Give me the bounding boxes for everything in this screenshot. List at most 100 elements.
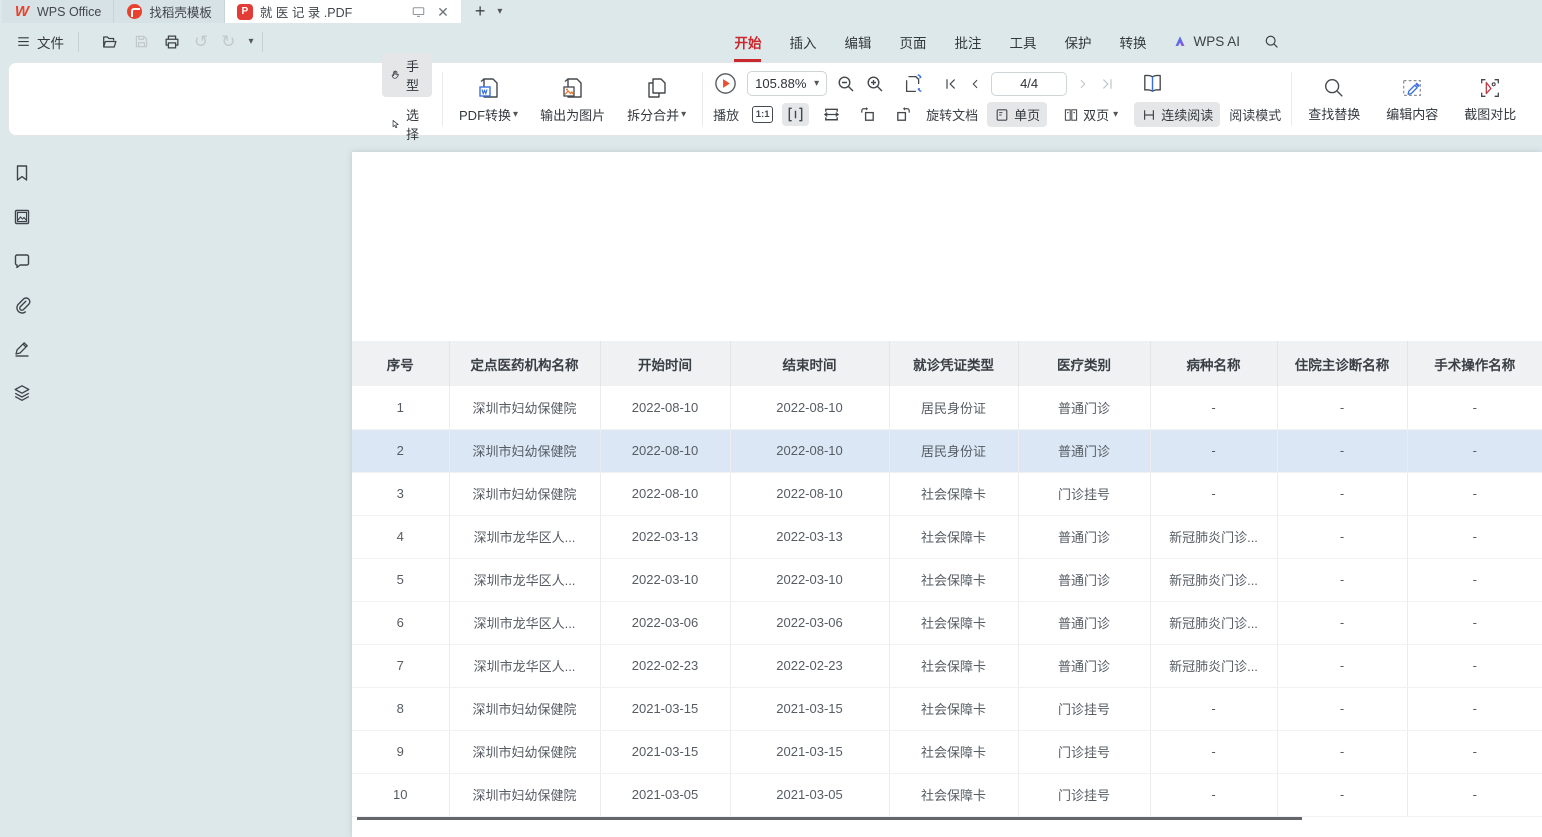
tab-docer-templates[interactable]: 找稻壳模板: [114, 0, 225, 23]
comment-icon[interactable]: [11, 250, 33, 272]
hamburger-icon: [16, 34, 31, 49]
menu-item-annotate[interactable]: 批注: [940, 28, 995, 56]
table-cell: 社会保障卡: [889, 730, 1018, 773]
table-row[interactable]: 9深圳市妇幼保健院2021-03-152021-03-15社会保障卡门诊挂号--…: [352, 730, 1542, 773]
quickbar-chevron-down-icon[interactable]: ▾: [249, 36, 254, 47]
actual-size-button[interactable]: 1:1: [752, 106, 773, 123]
zoom-level-select[interactable]: 105.88% ▾: [747, 71, 827, 96]
menu-item-page[interactable]: 页面: [885, 28, 940, 56]
wps-ai-button[interactable]: WPS AI: [1160, 34, 1252, 49]
undo-icon[interactable]: ↺: [194, 33, 208, 50]
double-page-label: 双页: [1083, 105, 1109, 124]
tab-document-pdf[interactable]: P 就 医 记 录 .PDF ✕: [225, 0, 461, 23]
redo-icon[interactable]: ↻: [221, 33, 235, 50]
refresh-pages-icon[interactable]: [902, 72, 926, 96]
menu-item-home[interactable]: 开始: [720, 28, 775, 56]
table-row[interactable]: 8深圳市妇幼保健院2021-03-152021-03-15社会保障卡门诊挂号--…: [352, 687, 1542, 730]
select-tool-label: 选择: [406, 105, 424, 143]
read-mode-label[interactable]: 阅读模式: [1229, 105, 1281, 124]
chevron-down-icon: ▾: [681, 109, 686, 120]
new-tab-plus-icon[interactable]: +: [475, 1, 486, 22]
column-header: 序号: [352, 341, 449, 386]
table-row[interactable]: 3深圳市妇幼保健院2022-08-102022-08-10社会保障卡门诊挂号--…: [352, 472, 1542, 515]
table-row[interactable]: 1深圳市妇幼保健院2022-08-102022-08-10居民身份证普通门诊--…: [352, 386, 1542, 429]
thumbnail-icon[interactable]: [11, 206, 33, 228]
table-cell: 2022-08-10: [600, 472, 730, 515]
hand-tool-button[interactable]: 手型: [382, 53, 432, 97]
table-cell: -: [1277, 601, 1407, 644]
column-header: 定点医药机构名称: [449, 341, 600, 386]
rotate-left-icon[interactable]: [854, 103, 881, 126]
table-cell: 2021-03-15: [600, 730, 730, 773]
table-cell: 社会保障卡: [889, 515, 1018, 558]
open-folder-icon[interactable]: [101, 33, 119, 51]
table-cell: -: [1407, 472, 1542, 515]
table-cell: 普通门诊: [1018, 601, 1150, 644]
table-row[interactable]: 10深圳市妇幼保健院2021-03-052021-03-05社会保障卡门诊挂号-…: [352, 773, 1542, 816]
monitor-icon[interactable]: [409, 3, 427, 21]
signature-icon[interactable]: [11, 338, 33, 360]
pdf-convert-button[interactable]: PDF转换▾: [453, 73, 524, 126]
pdf-document-page[interactable]: 序号定点医药机构名称开始时间结束时间就诊凭证类型医疗类别病种名称住院主诊断名称手…: [352, 152, 1542, 837]
table-row[interactable]: 6深圳市龙华区人...2022-03-062022-03-06社会保障卡普通门诊…: [352, 601, 1542, 644]
rotate-right-icon[interactable]: [890, 103, 917, 126]
table-cell: 2022-08-10: [730, 429, 889, 472]
play-label[interactable]: 播放: [713, 105, 743, 124]
menu-item-insert[interactable]: 插入: [775, 28, 830, 56]
export-image-button[interactable]: 输出为图片: [534, 73, 611, 126]
table-row[interactable]: 4深圳市龙华区人...2022-03-132022-03-13社会保障卡普通门诊…: [352, 515, 1542, 558]
table-cell: 深圳市龙华区人...: [449, 644, 600, 687]
table-cell: 新冠肺炎门诊...: [1150, 644, 1277, 687]
play-icon[interactable]: [713, 71, 738, 96]
close-tab-icon[interactable]: ✕: [437, 5, 449, 19]
select-tool-button[interactable]: 选择: [382, 102, 432, 146]
zoom-in-icon[interactable]: [865, 74, 885, 94]
table-cell: 2022-03-06: [600, 601, 730, 644]
continuous-reading-button[interactable]: 连续阅读: [1134, 102, 1220, 127]
table-row[interactable]: 2深圳市妇幼保健院2022-08-102022-08-10居民身份证普通门诊--…: [352, 429, 1542, 472]
table-cell: 2022-03-10: [730, 558, 889, 601]
next-page-icon[interactable]: [1076, 76, 1090, 92]
single-page-button[interactable]: 单页: [987, 102, 1047, 127]
menu-item-tools[interactable]: 工具: [995, 28, 1050, 56]
bookmark-icon[interactable]: [11, 162, 33, 184]
read-mode-book-icon[interactable]: [1140, 71, 1165, 96]
edit-content-button[interactable]: 编辑内容: [1380, 74, 1444, 125]
table-cell: 社会保障卡: [889, 687, 1018, 730]
screenshot-compare-label: 截图对比: [1464, 104, 1516, 123]
table-row[interactable]: 5深圳市龙华区人...2022-03-102022-03-10社会保障卡普通门诊…: [352, 558, 1542, 601]
table-cell: 深圳市龙华区人...: [449, 601, 600, 644]
find-replace-button[interactable]: 查找替换: [1302, 74, 1366, 125]
table-cell: 2022-03-13: [730, 515, 889, 558]
table-cell: 深圳市妇幼保健院: [449, 472, 600, 515]
first-page-icon[interactable]: [943, 76, 959, 92]
tab-list-chevron-down-icon[interactable]: ▾: [497, 6, 502, 17]
menu-item-protect[interactable]: 保护: [1050, 28, 1105, 56]
previous-page-icon[interactable]: [968, 76, 982, 92]
attachment-icon[interactable]: [11, 294, 33, 316]
fit-width-icon[interactable]: [782, 103, 809, 126]
screenshot-compare-icon: [1478, 76, 1502, 100]
zoom-out-icon[interactable]: [836, 74, 856, 94]
page-number-input[interactable]: 4/4: [991, 72, 1067, 96]
wps-logo-icon: W: [14, 4, 30, 20]
fit-page-icon[interactable]: [818, 103, 845, 126]
menu-item-edit[interactable]: 编辑: [830, 28, 885, 56]
print-icon[interactable]: [163, 33, 181, 51]
layers-icon[interactable]: [11, 382, 33, 404]
screenshot-compare-button[interactable]: 截图对比: [1458, 74, 1522, 125]
rotate-document-label[interactable]: 旋转文档: [926, 105, 978, 124]
double-page-button[interactable]: 双页 ▾: [1056, 102, 1125, 127]
table-cell: 2021-03-15: [730, 730, 889, 773]
table-row[interactable]: 7深圳市龙华区人...2022-02-232022-02-23社会保障卡普通门诊…: [352, 644, 1542, 687]
last-page-icon[interactable]: [1099, 76, 1115, 92]
compress-button[interactable]: 压缩: [1536, 74, 1542, 125]
table-cell: 社会保障卡: [889, 644, 1018, 687]
search-icon[interactable]: [1262, 33, 1280, 51]
split-merge-button[interactable]: 拆分合并▾: [621, 73, 692, 126]
file-menu-button[interactable]: 文件: [10, 32, 70, 52]
tab-wps-office[interactable]: W WPS Office: [2, 0, 114, 23]
chevron-down-icon: ▾: [1113, 109, 1118, 120]
save-icon[interactable]: [132, 33, 150, 51]
menu-item-convert[interactable]: 转换: [1105, 28, 1160, 56]
